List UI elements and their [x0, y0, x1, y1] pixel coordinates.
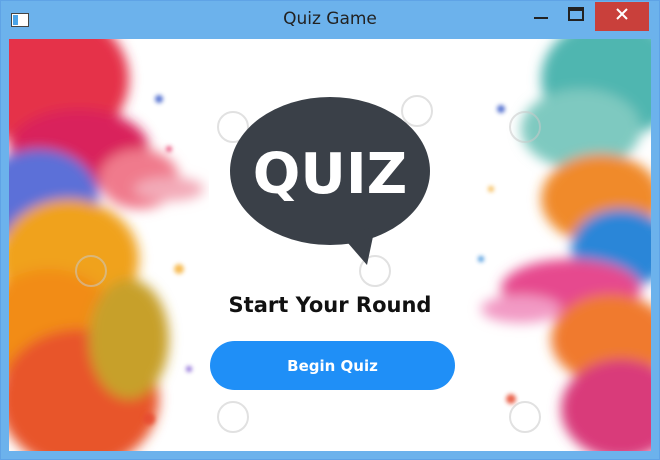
- quiz-logo: QUIZ: [229, 97, 431, 272]
- round-heading: Start Your Round: [228, 293, 432, 317]
- quiz-logo-text: QUIZ: [253, 142, 408, 207]
- title-bar[interactable]: Quiz Game: [1, 1, 659, 39]
- watermark-icon: [75, 255, 107, 287]
- maximize-icon: [568, 7, 584, 26]
- app-window: Quiz Game QUIZ Start Your Round Begin Qu…: [0, 0, 660, 460]
- maximize-button[interactable]: [556, 2, 596, 31]
- color-splash-left: [9, 39, 204, 451]
- watermark-icon: [509, 111, 541, 143]
- watermark-icon: [509, 401, 541, 433]
- close-icon: [615, 7, 629, 26]
- main-content: QUIZ Start Your Round Begin Quiz: [9, 39, 651, 451]
- color-splash-right: [478, 39, 651, 451]
- begin-quiz-button[interactable]: Begin Quiz: [210, 341, 455, 390]
- minimize-button[interactable]: [521, 2, 561, 31]
- close-button[interactable]: [595, 2, 649, 31]
- minimize-icon: [534, 7, 548, 26]
- watermark-icon: [217, 401, 249, 433]
